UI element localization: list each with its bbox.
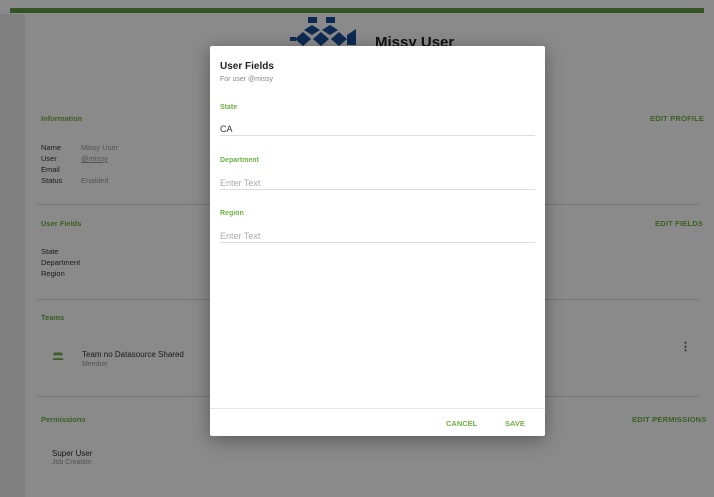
department-field[interactable] [220, 176, 535, 190]
region-field[interactable] [220, 229, 535, 243]
dialog-title: User Fields [220, 61, 274, 72]
state-field-label: State [220, 104, 238, 111]
dialog-subtitle: For user @missy [220, 76, 273, 83]
department-field-label: Department [220, 157, 259, 164]
user-fields-dialog: User Fields For user @missy State Depart… [210, 46, 545, 436]
region-field-label: Region [220, 210, 244, 217]
state-field[interactable] [220, 122, 535, 136]
cancel-button[interactable]: CANCEL [446, 419, 477, 428]
dialog-footer-divider [210, 408, 545, 409]
save-button[interactable]: SAVE [505, 419, 525, 428]
